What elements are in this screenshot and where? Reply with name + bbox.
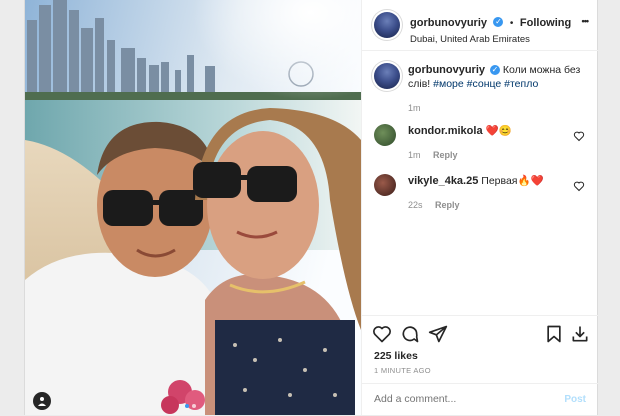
comment-item: vikyle_4ka.25 Первая🔥❤️ 22s Reply [374, 174, 589, 212]
likes-count[interactable]: 225 likes [374, 350, 418, 362]
post-comment-button[interactable]: Post [564, 394, 586, 405]
download-icon[interactable] [570, 324, 590, 344]
comment-time: 1m [408, 150, 421, 160]
caption-meta: 1m [408, 101, 589, 115]
beach-selfie-image [25, 0, 361, 415]
following-button[interactable]: Following [520, 17, 571, 29]
comment-username[interactable]: vikyle_4ka.25 [408, 175, 478, 187]
user-tag-icon[interactable] [33, 392, 51, 410]
share-direct-icon[interactable] [428, 324, 448, 344]
comment-item: kondor.mikola ❤️😊 1m Reply [374, 124, 589, 162]
hashtag-link[interactable]: #сонце [467, 78, 502, 90]
caption-time: 1m [408, 103, 421, 113]
commenter-avatar[interactable] [374, 124, 396, 146]
comment-text: vikyle_4ka.25 Первая🔥❤️ [408, 174, 589, 188]
comment-text: kondor.mikola ❤️😊 [408, 124, 589, 138]
post-sidebar: gorbunovyuriy ✓ • Following Dubai, Unite… [361, 0, 598, 415]
comment-body: ❤️😊 [485, 125, 512, 137]
caption-author-avatar[interactable] [374, 63, 400, 89]
comment-meta: 1m Reply [408, 148, 589, 162]
author-username[interactable]: gorbunovyuriy [410, 17, 487, 29]
location-link[interactable]: Dubai, United Arab Emirates [410, 34, 590, 45]
add-comment-input[interactable] [372, 392, 546, 406]
verified-badge-icon: ✓ [493, 16, 504, 27]
post-photo[interactable] [25, 0, 361, 415]
reply-button[interactable]: Reply [435, 200, 460, 210]
post-header: gorbunovyuriy ✓ • Following Dubai, Unite… [362, 0, 598, 51]
like-comment-heart-icon[interactable] [573, 180, 585, 192]
carousel-dot-active [185, 404, 189, 408]
caption-block: gorbunovyuriy ✓ Коли можна без слів! #мо… [374, 63, 589, 115]
caption-username[interactable]: gorbunovyuriy [408, 64, 485, 76]
verified-badge-icon: ✓ [489, 65, 500, 76]
add-comment-bar: Post [362, 383, 598, 416]
hashtag-link[interactable]: #море [433, 78, 464, 90]
caption-text: gorbunovyuriy ✓ Коли можна без слів! #мо… [408, 63, 589, 91]
like-heart-icon[interactable] [372, 324, 392, 344]
hashtag-link[interactable]: #тепло [504, 78, 538, 90]
like-comment-heart-icon[interactable] [573, 130, 585, 142]
comment-bubble-icon[interactable] [400, 324, 420, 344]
carousel-dot [192, 404, 196, 408]
commenter-avatar[interactable] [374, 174, 396, 196]
reply-button[interactable]: Reply [433, 150, 458, 160]
follow-separator: • [509, 18, 514, 29]
comment-body: Первая🔥❤️ [481, 175, 544, 187]
post-card: gorbunovyuriy ✓ • Following Dubai, Unite… [24, 0, 598, 415]
comment-time: 22s [408, 200, 423, 210]
comment-meta: 22s Reply [408, 198, 589, 212]
more-options-icon[interactable]: ••• [582, 16, 590, 26]
comment-username[interactable]: kondor.mikola [408, 125, 483, 137]
post-timestamp: 1 MINUTE AGO [374, 366, 431, 375]
carousel-dots [185, 404, 196, 408]
author-avatar[interactable] [374, 12, 400, 38]
save-bookmark-icon[interactable] [544, 324, 564, 344]
